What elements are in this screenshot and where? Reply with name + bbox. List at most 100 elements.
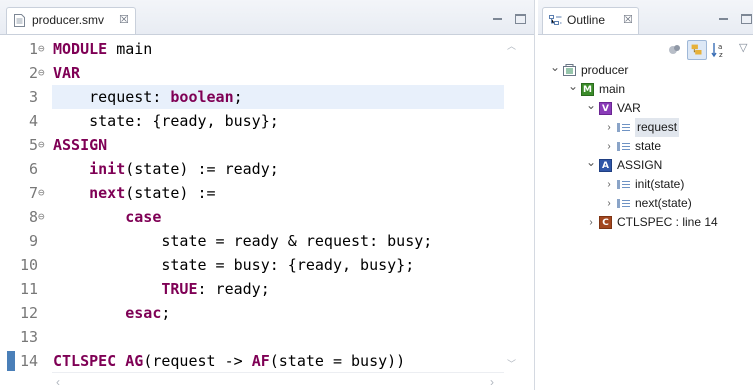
tree-item[interactable]: › C CTLSPEC : line 14: [538, 213, 753, 232]
tree-item[interactable]: ⌄ Mmain: [538, 77, 753, 99]
line-number: 2: [28, 64, 38, 82]
code-text: VAR: [53, 61, 80, 85]
code-line[interactable]: 6 init(state) := ready;: [0, 157, 504, 181]
fold-toggle-icon[interactable]: ⊖: [38, 37, 52, 61]
code-token: ;: [233, 88, 243, 106]
code-line[interactable]: 1 ⊖ MODULE main: [0, 37, 504, 61]
outline-window-controls: [710, 11, 753, 29]
code-token: state = busy: {ready, busy};: [53, 256, 415, 274]
chevron-down-icon[interactable]: ⌄: [586, 96, 596, 115]
keyword-token: TRUE: [161, 280, 198, 298]
maximize-icon[interactable]: [741, 14, 753, 24]
chevron-down-icon[interactable]: ⌄: [586, 153, 596, 172]
code-line[interactable]: 5 ⊖ ASSIGN: [0, 133, 504, 157]
chevron-down-icon[interactable]: ⌄: [568, 77, 578, 96]
vertical-scrollbar[interactable]: ︿ ﹀: [504, 35, 520, 372]
code-line[interactable]: 11 TRUE: ready;: [0, 277, 504, 301]
tree-item-label: next(state): [635, 196, 692, 210]
minimize-icon[interactable]: [492, 14, 503, 24]
fold-toggle-icon[interactable]: ⊖: [38, 181, 52, 205]
scroll-down-icon[interactable]: ﹀: [507, 357, 516, 370]
editor-tab[interactable]: producer.smv ☒: [6, 7, 136, 34]
code-token: request:: [53, 88, 171, 106]
tree-item-label: CTLSPEC : line 14: [617, 215, 718, 229]
tree-item-label: init(state): [635, 177, 685, 191]
code-token: state = ready & request: busy;: [53, 232, 433, 250]
chevron-right-icon[interactable]: ›: [604, 118, 614, 137]
code-line[interactable]: 14 CTLSPEC AG(request -> AF(state = busy)…: [0, 349, 504, 372]
fold-toggle-icon[interactable]: ⊖: [38, 61, 52, 85]
keyword-token: boolean: [170, 88, 234, 106]
code-token: (request ->: [143, 352, 252, 370]
tree-item-label: state: [635, 139, 662, 153]
keyword-token: AF: [251, 352, 270, 370]
tree-item[interactable]: › request: [538, 118, 753, 137]
line-number: 11: [19, 280, 38, 298]
code-line[interactable]: 8 ⊖ case: [0, 205, 504, 229]
chevron-down-icon[interactable]: ⌄: [550, 58, 560, 77]
keyword-token: case: [125, 208, 162, 226]
close-icon[interactable]: ☒: [623, 13, 633, 26]
code-line[interactable]: 12 esac;: [0, 301, 504, 325]
tree-item[interactable]: › state: [538, 137, 753, 156]
code-line[interactable]: 10 state = busy: {ready, busy};: [0, 253, 504, 277]
line-number: 5: [28, 136, 38, 154]
var-section-icon: V: [599, 102, 612, 115]
outline-tab[interactable]: Outline ☒: [542, 7, 639, 34]
chevron-right-icon[interactable]: ›: [586, 213, 596, 232]
view-menu-icon[interactable]: ▽: [739, 41, 747, 54]
code-line[interactable]: 3 request: boolean;: [29, 85, 504, 109]
close-icon[interactable]: ☒: [119, 13, 129, 26]
keyword-token: init: [89, 160, 126, 178]
tree-item[interactable]: › init(state): [538, 175, 753, 194]
minimize-icon[interactable]: [718, 14, 729, 24]
code-line[interactable]: 2 ⊖ VAR: [0, 61, 504, 85]
scroll-right-icon[interactable]: ›: [490, 375, 494, 389]
editor-pane: producer.smv ☒ 1 ⊖ MODULE main 2 ⊖ VAR 3 reque…: [0, 0, 535, 390]
code-line[interactable]: 13: [0, 325, 504, 349]
tree-item[interactable]: › next(state): [538, 194, 753, 213]
horizontal-scrollbar[interactable]: ‹ ›: [52, 372, 504, 389]
chevron-right-icon[interactable]: ›: [604, 175, 614, 194]
tree-item[interactable]: ⌄ V VAR: [538, 96, 753, 118]
keyword-token: MODULE: [53, 40, 108, 58]
code-text: esac;: [53, 301, 170, 325]
chevron-right-icon[interactable]: ›: [604, 137, 614, 156]
code-text: state: {ready, busy};: [53, 109, 279, 133]
code-token: (state) := ready;: [125, 160, 279, 178]
svg-text:z: z: [719, 51, 723, 59]
line-number: 7: [28, 184, 38, 202]
maximize-icon[interactable]: [515, 14, 527, 24]
code-text: request: boolean;: [53, 85, 243, 109]
sort-alphabetically-icon[interactable]: a z: [709, 40, 729, 60]
line-number: 8: [28, 208, 38, 226]
outline-tab-label: Outline: [567, 13, 606, 27]
line-number: 6: [28, 160, 38, 178]
line-number: 9: [28, 232, 38, 250]
tree-item-label: VAR: [617, 101, 641, 115]
tree-item[interactable]: ⌄ A ASSIGN: [538, 153, 753, 175]
link-with-editor-icon[interactable]: [687, 40, 707, 60]
fold-toggle-icon[interactable]: ⊖: [38, 133, 52, 157]
scroll-left-icon[interactable]: ‹: [56, 375, 60, 389]
code-line[interactable]: 4 state: {ready, busy};: [0, 109, 504, 133]
code-text: case: [53, 205, 161, 229]
code-token: state: {ready, busy};: [53, 112, 279, 130]
chevron-right-icon[interactable]: ›: [604, 194, 614, 213]
code-text: next(state) :=: [53, 181, 215, 205]
fold-toggle-icon[interactable]: ⊖: [38, 205, 52, 229]
code-line[interactable]: 7 ⊖ next(state) :=: [0, 181, 504, 205]
annotation-marker[interactable]: [7, 351, 15, 371]
code-editor[interactable]: 1 ⊖ MODULE main 2 ⊖ VAR 3 request: boolean; 4 s…: [0, 35, 520, 372]
keyword-token: ASSIGN: [53, 136, 108, 154]
line-number: 3: [28, 88, 38, 106]
scroll-up-icon[interactable]: ︿: [507, 39, 516, 52]
code-text: state = busy: {ready, busy};: [53, 253, 414, 277]
code-token: ;: [161, 304, 171, 322]
variable-icon: [617, 121, 630, 134]
outline-pane: Outline ☒ a z ▽ ⌄ producer ⌄ Mmain ⌄ V VAR › req…: [538, 0, 753, 390]
code-line[interactable]: 9 state = ready & request: busy;: [0, 229, 504, 253]
hide-fields-icon[interactable]: [665, 40, 685, 60]
